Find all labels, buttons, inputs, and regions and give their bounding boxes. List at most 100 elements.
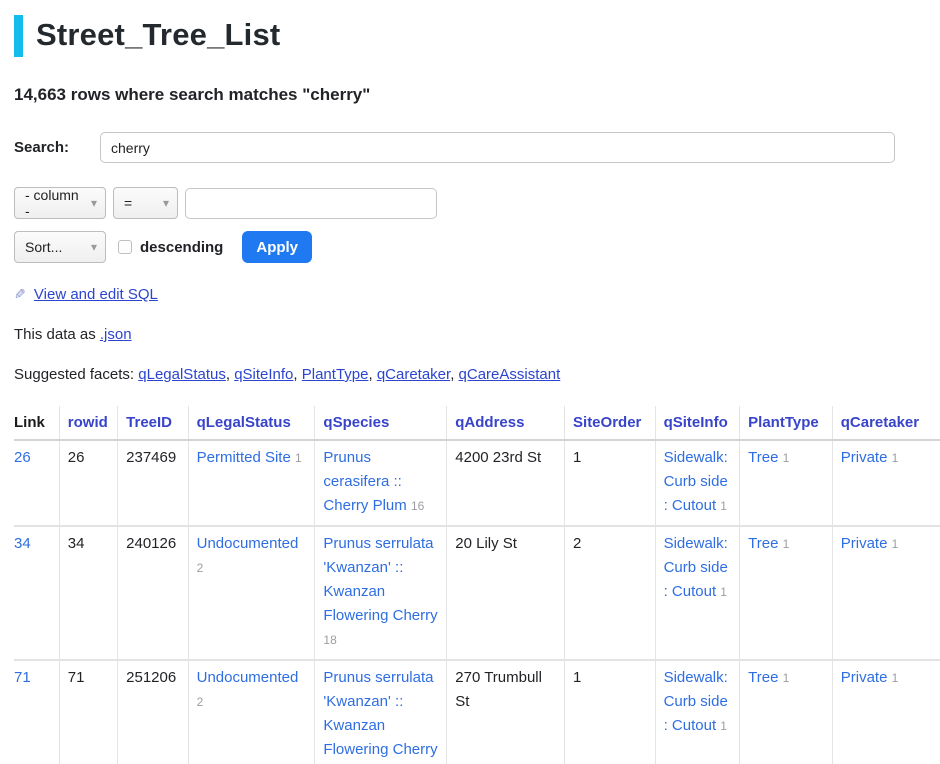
- cell-caretaker: Private 1: [832, 526, 940, 660]
- legal_status-link[interactable]: Permitted Site: [197, 449, 291, 466]
- facet-link-PlantType[interactable]: PlantType: [302, 366, 369, 383]
- apply-button[interactable]: Apply: [242, 231, 312, 263]
- cell-plant_type: Tree 1: [740, 526, 833, 660]
- sql-line: ✎ View and edit SQL: [14, 286, 940, 303]
- facets-line: Suggested facets: qLegalStatus, qSiteInf…: [14, 366, 940, 383]
- cell-legal_status: Undocumented 2: [188, 526, 315, 660]
- species-link[interactable]: Prunus serrulata 'Kwanzan' :: Kwanzan Fl…: [323, 669, 437, 758]
- facet-count: 1: [295, 451, 302, 465]
- sort-select[interactable]: Sort... ▾: [14, 231, 106, 263]
- filter-value-input[interactable]: [185, 188, 437, 219]
- cell-site_info: Sidewalk: Curb side : Cutout 1: [655, 440, 740, 526]
- caretaker-link[interactable]: Private: [841, 535, 888, 552]
- row-link[interactable]: 71: [14, 669, 31, 686]
- cell-rowid: 34: [59, 526, 117, 660]
- sort-select-value: Sort...: [25, 239, 62, 255]
- column-header-link-qAddress[interactable]: qAddress: [455, 414, 524, 431]
- facet-count: 18: [323, 633, 336, 647]
- plant_type-link[interactable]: Tree: [748, 535, 778, 552]
- chevron-down-icon: ▾: [157, 196, 169, 210]
- results-table: Link rowid TreeID qLegalStatus qSpecies qAddr…: [14, 406, 940, 764]
- export-line: This data as .json: [14, 326, 940, 343]
- cell-plant_type: Tree 1: [740, 660, 833, 764]
- caretaker-link[interactable]: Private: [841, 449, 888, 466]
- cell-site_order: 2: [565, 526, 656, 660]
- row-link[interactable]: 34: [14, 535, 31, 552]
- descending-checkbox[interactable]: [118, 240, 132, 254]
- facet-count: 1: [783, 671, 790, 685]
- search-label: Search:: [14, 139, 100, 156]
- column-header-link-qSpecies[interactable]: qSpecies: [323, 414, 389, 431]
- plant_type-link[interactable]: Tree: [748, 449, 778, 466]
- cell-site_info: Sidewalk: Curb side : Cutout 1: [655, 526, 740, 660]
- table-row: 7171251206Undocumented 2Prunus serrulata…: [14, 660, 940, 764]
- column-header-Link: Link: [14, 406, 59, 440]
- column-header-rowid: rowid: [59, 406, 117, 440]
- table-row: 2626237469Permitted Site 1Prunus cerasif…: [14, 440, 940, 526]
- operator-select[interactable]: = ▾: [113, 187, 178, 219]
- page-header: Street_Tree_List: [14, 15, 940, 57]
- cell-treeid: 251206: [118, 660, 188, 764]
- cell-rowid: 71: [59, 660, 117, 764]
- caretaker-link[interactable]: Private: [841, 669, 888, 686]
- facet-links: qLegalStatus, qSiteInfo, PlantType, qCar…: [138, 366, 560, 383]
- column-header-SiteOrder: SiteOrder: [565, 406, 656, 440]
- table-header-row: Link rowid TreeID qLegalStatus qSpecies qAddr…: [14, 406, 940, 440]
- facet-link-qCareAssistant[interactable]: qCareAssistant: [459, 366, 561, 383]
- cell-site_order: 1: [565, 660, 656, 764]
- column-header-link-qCaretaker[interactable]: qCaretaker: [841, 414, 919, 431]
- facet-count: 1: [892, 537, 899, 551]
- facet-count: 1: [720, 585, 727, 599]
- facet-count: 2: [197, 695, 204, 709]
- facet-count: 16: [411, 499, 424, 513]
- facet-link-qLegalStatus[interactable]: qLegalStatus: [138, 366, 226, 383]
- sort-row: Sort... ▾ descending Apply: [14, 231, 940, 263]
- table-row: 3434240126Undocumented 2Prunus serrulata…: [14, 526, 940, 660]
- row-link[interactable]: 26: [14, 449, 31, 466]
- cell-treeid: 237469: [118, 440, 188, 526]
- cell-legal_status: Undocumented 2: [188, 660, 315, 764]
- column-header-qLegalStatus: qLegalStatus: [188, 406, 315, 440]
- facet-count: 1: [720, 719, 727, 733]
- view-edit-sql-link[interactable]: View and edit SQL: [34, 286, 158, 303]
- column-header-link-qLegalStatus[interactable]: qLegalStatus: [197, 414, 291, 431]
- column-header-qSpecies: qSpecies: [315, 406, 447, 440]
- facet-count: 1: [783, 451, 790, 465]
- json-link[interactable]: .json: [100, 326, 132, 343]
- cell-address: 4200 23rd St: [447, 440, 565, 526]
- site_info-link[interactable]: Sidewalk: Curb side : Cutout: [664, 449, 728, 514]
- data-as-label: This data as: [14, 326, 96, 343]
- site_info-link[interactable]: Sidewalk: Curb side : Cutout: [664, 669, 728, 734]
- chevron-down-icon: ▾: [85, 240, 97, 254]
- species-link[interactable]: Prunus cerasifera :: Cherry Plum: [323, 449, 406, 514]
- cell-link: 71: [14, 660, 59, 764]
- column-header-link-SiteOrder[interactable]: SiteOrder: [573, 414, 641, 431]
- search-input[interactable]: [100, 132, 895, 163]
- facet-link-qSiteInfo[interactable]: qSiteInfo: [234, 366, 293, 383]
- plant_type-link[interactable]: Tree: [748, 669, 778, 686]
- facet-count: 1: [892, 451, 899, 465]
- facet-count: 1: [783, 537, 790, 551]
- facets-label: Suggested facets:: [14, 366, 134, 383]
- legal_status-link[interactable]: Undocumented: [197, 669, 299, 686]
- column-header-link-TreeID[interactable]: TreeID: [126, 414, 172, 431]
- facet-link-qCaretaker[interactable]: qCaretaker: [377, 366, 450, 383]
- row-count-summary: 14,663 rows where search matches "cherry…: [14, 85, 940, 105]
- column-header-link-qSiteInfo[interactable]: qSiteInfo: [664, 414, 728, 431]
- column-select[interactable]: - column - ▾: [14, 187, 106, 219]
- legal_status-link[interactable]: Undocumented: [197, 535, 299, 552]
- pencil-icon: ✎: [14, 286, 26, 303]
- cell-caretaker: Private 1: [832, 440, 940, 526]
- site_info-link[interactable]: Sidewalk: Curb side : Cutout: [664, 535, 728, 600]
- cell-rowid: 26: [59, 440, 117, 526]
- species-link[interactable]: Prunus serrulata 'Kwanzan' :: Kwanzan Fl…: [323, 535, 437, 624]
- facet-count: 2: [197, 561, 204, 575]
- cell-link: 34: [14, 526, 59, 660]
- column-header-link-PlantType[interactable]: PlantType: [748, 414, 819, 431]
- cell-site_info: Sidewalk: Curb side : Cutout 1: [655, 660, 740, 764]
- cell-caretaker: Private 1: [832, 660, 940, 764]
- column-header-qSiteInfo: qSiteInfo: [655, 406, 740, 440]
- column-header-PlantType: PlantType: [740, 406, 833, 440]
- column-header-qCaretaker: qCaretaker: [832, 406, 940, 440]
- column-header-link-rowid[interactable]: rowid: [68, 414, 108, 431]
